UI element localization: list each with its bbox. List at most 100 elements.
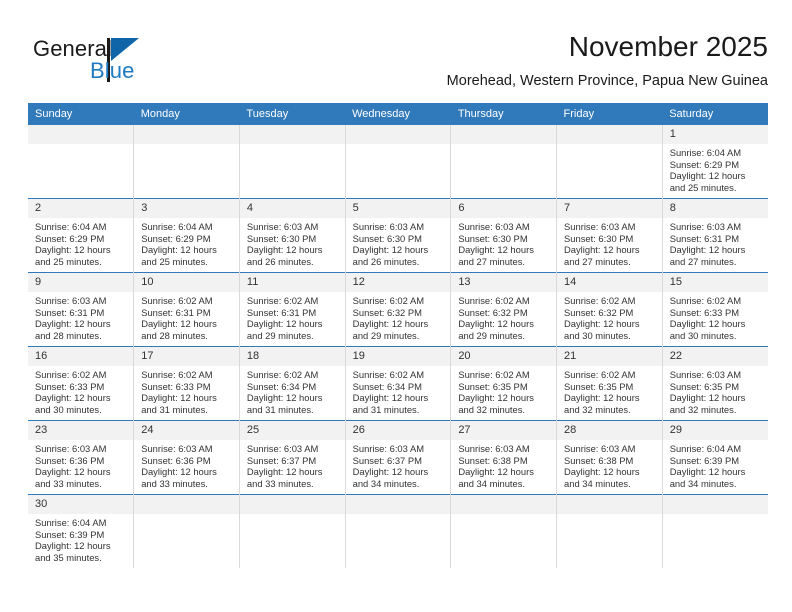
day-cell-inner xyxy=(451,125,557,198)
calendar-day-cell[interactable]: 16 Sunrise: 6:02 AM Sunset: 6:33 PM Dayligh… xyxy=(28,346,135,421)
day-number xyxy=(557,495,662,514)
daylight-text-line2: and 32 minutes. xyxy=(669,403,737,415)
calendar-day-cell[interactable]: 15 Sunrise: 6:02 AM Sunset: 6:33 PM Dayligh… xyxy=(662,272,768,347)
daylight-text-line1: Daylight: 12 hours xyxy=(141,466,217,478)
calendar-day-cell[interactable]: 20 Sunrise: 6:02 AM Sunset: 6:35 PM Dayligh… xyxy=(450,346,558,421)
daylight-text-line2: and 30 minutes. xyxy=(564,329,631,341)
daylight-text-line2: and 31 minutes. xyxy=(246,403,314,415)
calendar-day-cell[interactable]: 22 Sunrise: 6:03 AM Sunset: 6:35 PM Dayligh… xyxy=(662,346,768,421)
calendar-day-cell[interactable]: 4 Sunrise: 6:03 AM Sunset: 6:30 PM Daylight… xyxy=(239,198,346,273)
calendar-day-cell[interactable]: 23 Sunrise: 6:03 AM Sunset: 6:36 PM Dayligh… xyxy=(28,420,135,495)
day-details: Sunrise: 6:04 AM Sunset: 6:29 PM Daylight:… xyxy=(134,218,239,267)
day-cell-inner: 19 Sunrise: 6:02 AM Sunset: 6:34 PM Dayligh… xyxy=(345,347,451,420)
calendar-day-cell[interactable]: 12 Sunrise: 6:02 AM Sunset: 6:32 PM Dayligh… xyxy=(345,272,452,347)
sunset-text: Sunset: 6:34 PM xyxy=(352,380,422,392)
day-cell-inner: 3 Sunrise: 6:04 AM Sunset: 6:29 PM Daylight… xyxy=(134,199,239,272)
daylight-text-line2: and 33 minutes. xyxy=(141,477,208,489)
calendar-day-cell[interactable]: 6 Sunrise: 6:03 AM Sunset: 6:30 PM Daylight… xyxy=(450,198,558,273)
sunset-text: Sunset: 6:36 PM xyxy=(35,454,105,466)
calendar-cell-empty xyxy=(345,494,452,568)
calendar-week-row: 1 Sunrise: 6:04 AM Sunset: 6:29 PM Daylight… xyxy=(28,125,768,199)
calendar-day-cell[interactable]: 17 Sunrise: 6:02 AM Sunset: 6:33 PM Dayligh… xyxy=(133,346,240,421)
day-cell-inner: 28 Sunrise: 6:03 AM Sunset: 6:38 PM Dayligh… xyxy=(557,421,662,494)
calendar-day-cell[interactable]: 28 Sunrise: 6:03 AM Sunset: 6:38 PM Dayligh… xyxy=(556,420,663,495)
day-cell-inner: 2 Sunrise: 6:04 AM Sunset: 6:29 PM Daylight… xyxy=(28,199,134,272)
sunset-text: Sunset: 6:35 PM xyxy=(458,380,528,392)
calendar-body: 1 Sunrise: 6:04 AM Sunset: 6:29 PM Daylight… xyxy=(28,125,768,568)
daylight-text-line2: and 27 minutes. xyxy=(669,255,737,267)
calendar-day-cell[interactable]: 27 Sunrise: 6:03 AM Sunset: 6:38 PM Dayligh… xyxy=(450,420,558,495)
day-details: Sunrise: 6:03 AM Sunset: 6:38 PM Daylight:… xyxy=(557,440,662,489)
daylight-text-line1: Daylight: 12 hours xyxy=(352,392,429,404)
weekday-header-sunday: Sunday xyxy=(28,103,134,125)
day-cell-inner: 11 Sunrise: 6:02 AM Sunset: 6:31 PM Dayligh… xyxy=(239,273,345,346)
daylight-text-line2: and 31 minutes. xyxy=(352,403,420,415)
sunset-text: Sunset: 6:33 PM xyxy=(35,380,105,392)
daylight-text-line1: Daylight: 12 hours xyxy=(141,392,217,404)
calendar-day-cell[interactable]: 13 Sunrise: 6:02 AM Sunset: 6:32 PM Dayligh… xyxy=(450,272,558,347)
day-number: 14 xyxy=(557,273,662,292)
sunset-text: Sunset: 6:29 PM xyxy=(669,158,740,170)
daylight-text-line1: Daylight: 12 hours xyxy=(141,318,217,330)
calendar-day-cell[interactable]: 11 Sunrise: 6:02 AM Sunset: 6:31 PM Dayligh… xyxy=(239,272,346,347)
day-number: 16 xyxy=(28,347,134,366)
day-number: 7 xyxy=(557,199,662,218)
day-number: 28 xyxy=(557,421,662,440)
calendar-day-cell[interactable]: 29 Sunrise: 6:04 AM Sunset: 6:39 PM Dayligh… xyxy=(662,420,768,495)
day-details: Sunrise: 6:02 AM Sunset: 6:34 PM Daylight:… xyxy=(240,366,345,415)
weekday-header-wednesday: Wednesday xyxy=(345,103,451,125)
day-cell-inner xyxy=(557,495,662,568)
page-subtitle: Morehead, Western Province, Papua New Gu… xyxy=(446,73,768,89)
calendar-day-cell[interactable]: 19 Sunrise: 6:02 AM Sunset: 6:34 PM Dayligh… xyxy=(345,346,452,421)
day-details: Sunrise: 6:03 AM Sunset: 6:36 PM Daylight:… xyxy=(28,440,133,489)
calendar-day-cell[interactable]: 8 Sunrise: 6:03 AM Sunset: 6:31 PM Daylight… xyxy=(662,198,768,273)
daylight-text-line1: Daylight: 12 hours xyxy=(352,244,429,256)
day-cell-inner xyxy=(239,495,345,568)
sunrise-text: Sunrise: 6:03 AM xyxy=(564,221,636,232)
sunset-text: Sunset: 6:37 PM xyxy=(246,454,317,466)
day-number xyxy=(28,125,134,144)
day-details: Sunrise: 6:04 AM Sunset: 6:29 PM Daylight:… xyxy=(663,144,768,193)
day-number: 19 xyxy=(345,347,451,366)
day-number: 11 xyxy=(239,273,345,292)
calendar-day-cell[interactable]: 1 Sunrise: 6:04 AM Sunset: 6:29 PM Daylight… xyxy=(662,125,768,199)
sunrise-text: Sunrise: 6:02 AM xyxy=(246,369,319,380)
day-details: Sunrise: 6:04 AM Sunset: 6:39 PM Daylight:… xyxy=(28,514,133,563)
calendar-day-cell[interactable]: 10 Sunrise: 6:02 AM Sunset: 6:31 PM Dayligh… xyxy=(133,272,240,347)
daylight-text-line2: and 25 minutes. xyxy=(669,181,737,193)
calendar-day-cell[interactable]: 30 Sunrise: 6:04 AM Sunset: 6:39 PM Dayligh… xyxy=(28,494,135,568)
calendar-day-cell[interactable]: 25 Sunrise: 6:03 AM Sunset: 6:37 PM Dayligh… xyxy=(239,420,346,495)
sunrise-text: Sunrise: 6:03 AM xyxy=(564,443,636,454)
day-number xyxy=(239,495,345,514)
calendar-day-cell[interactable]: 7 Sunrise: 6:03 AM Sunset: 6:30 PM Daylight… xyxy=(556,198,663,273)
sunrise-text: Sunrise: 6:04 AM xyxy=(141,221,213,232)
day-cell-inner: 6 Sunrise: 6:03 AM Sunset: 6:30 PM Daylight… xyxy=(451,199,557,272)
daylight-text-line1: Daylight: 12 hours xyxy=(564,392,640,404)
general-blue-logo[interactable]: General Blue xyxy=(33,36,243,94)
day-details: Sunrise: 6:02 AM Sunset: 6:32 PM Daylight:… xyxy=(346,292,451,341)
sunrise-text: Sunrise: 6:02 AM xyxy=(564,295,636,306)
daylight-text-line1: Daylight: 12 hours xyxy=(564,244,640,256)
calendar-day-cell[interactable]: 9 Sunrise: 6:03 AM Sunset: 6:31 PM Daylight… xyxy=(28,272,135,347)
calendar-day-cell[interactable]: 21 Sunrise: 6:02 AM Sunset: 6:35 PM Dayligh… xyxy=(556,346,663,421)
sunset-text: Sunset: 6:32 PM xyxy=(458,306,528,318)
day-cell-inner: 1 Sunrise: 6:04 AM Sunset: 6:29 PM Daylight… xyxy=(662,125,768,198)
day-details: Sunrise: 6:04 AM Sunset: 6:39 PM Daylight:… xyxy=(663,440,768,489)
calendar-day-cell[interactable]: 24 Sunrise: 6:03 AM Sunset: 6:36 PM Dayligh… xyxy=(133,420,240,495)
calendar-day-cell[interactable]: 2 Sunrise: 6:04 AM Sunset: 6:29 PM Daylight… xyxy=(28,198,135,273)
daylight-text-line2: and 35 minutes. xyxy=(35,551,102,563)
daylight-text-line2: and 34 minutes. xyxy=(564,477,631,489)
day-number: 17 xyxy=(134,347,239,366)
sunrise-text: Sunrise: 6:02 AM xyxy=(458,369,530,380)
calendar-day-cell[interactable]: 5 Sunrise: 6:03 AM Sunset: 6:30 PM Daylight… xyxy=(345,198,452,273)
calendar-day-cell[interactable]: 18 Sunrise: 6:02 AM Sunset: 6:34 PM Dayligh… xyxy=(239,346,346,421)
calendar-day-cell[interactable]: 26 Sunrise: 6:03 AM Sunset: 6:37 PM Dayligh… xyxy=(345,420,452,495)
sunrise-text: Sunrise: 6:04 AM xyxy=(35,221,107,232)
day-number: 29 xyxy=(662,421,768,440)
day-number xyxy=(662,495,768,514)
daylight-text-line2: and 33 minutes. xyxy=(35,477,102,489)
calendar-day-cell[interactable]: 3 Sunrise: 6:04 AM Sunset: 6:29 PM Daylight… xyxy=(133,198,240,273)
calendar-day-cell[interactable]: 14 Sunrise: 6:02 AM Sunset: 6:32 PM Dayligh… xyxy=(556,272,663,347)
daylight-text-line1: Daylight: 12 hours xyxy=(458,392,534,404)
sunrise-text: Sunrise: 6:02 AM xyxy=(352,369,425,380)
